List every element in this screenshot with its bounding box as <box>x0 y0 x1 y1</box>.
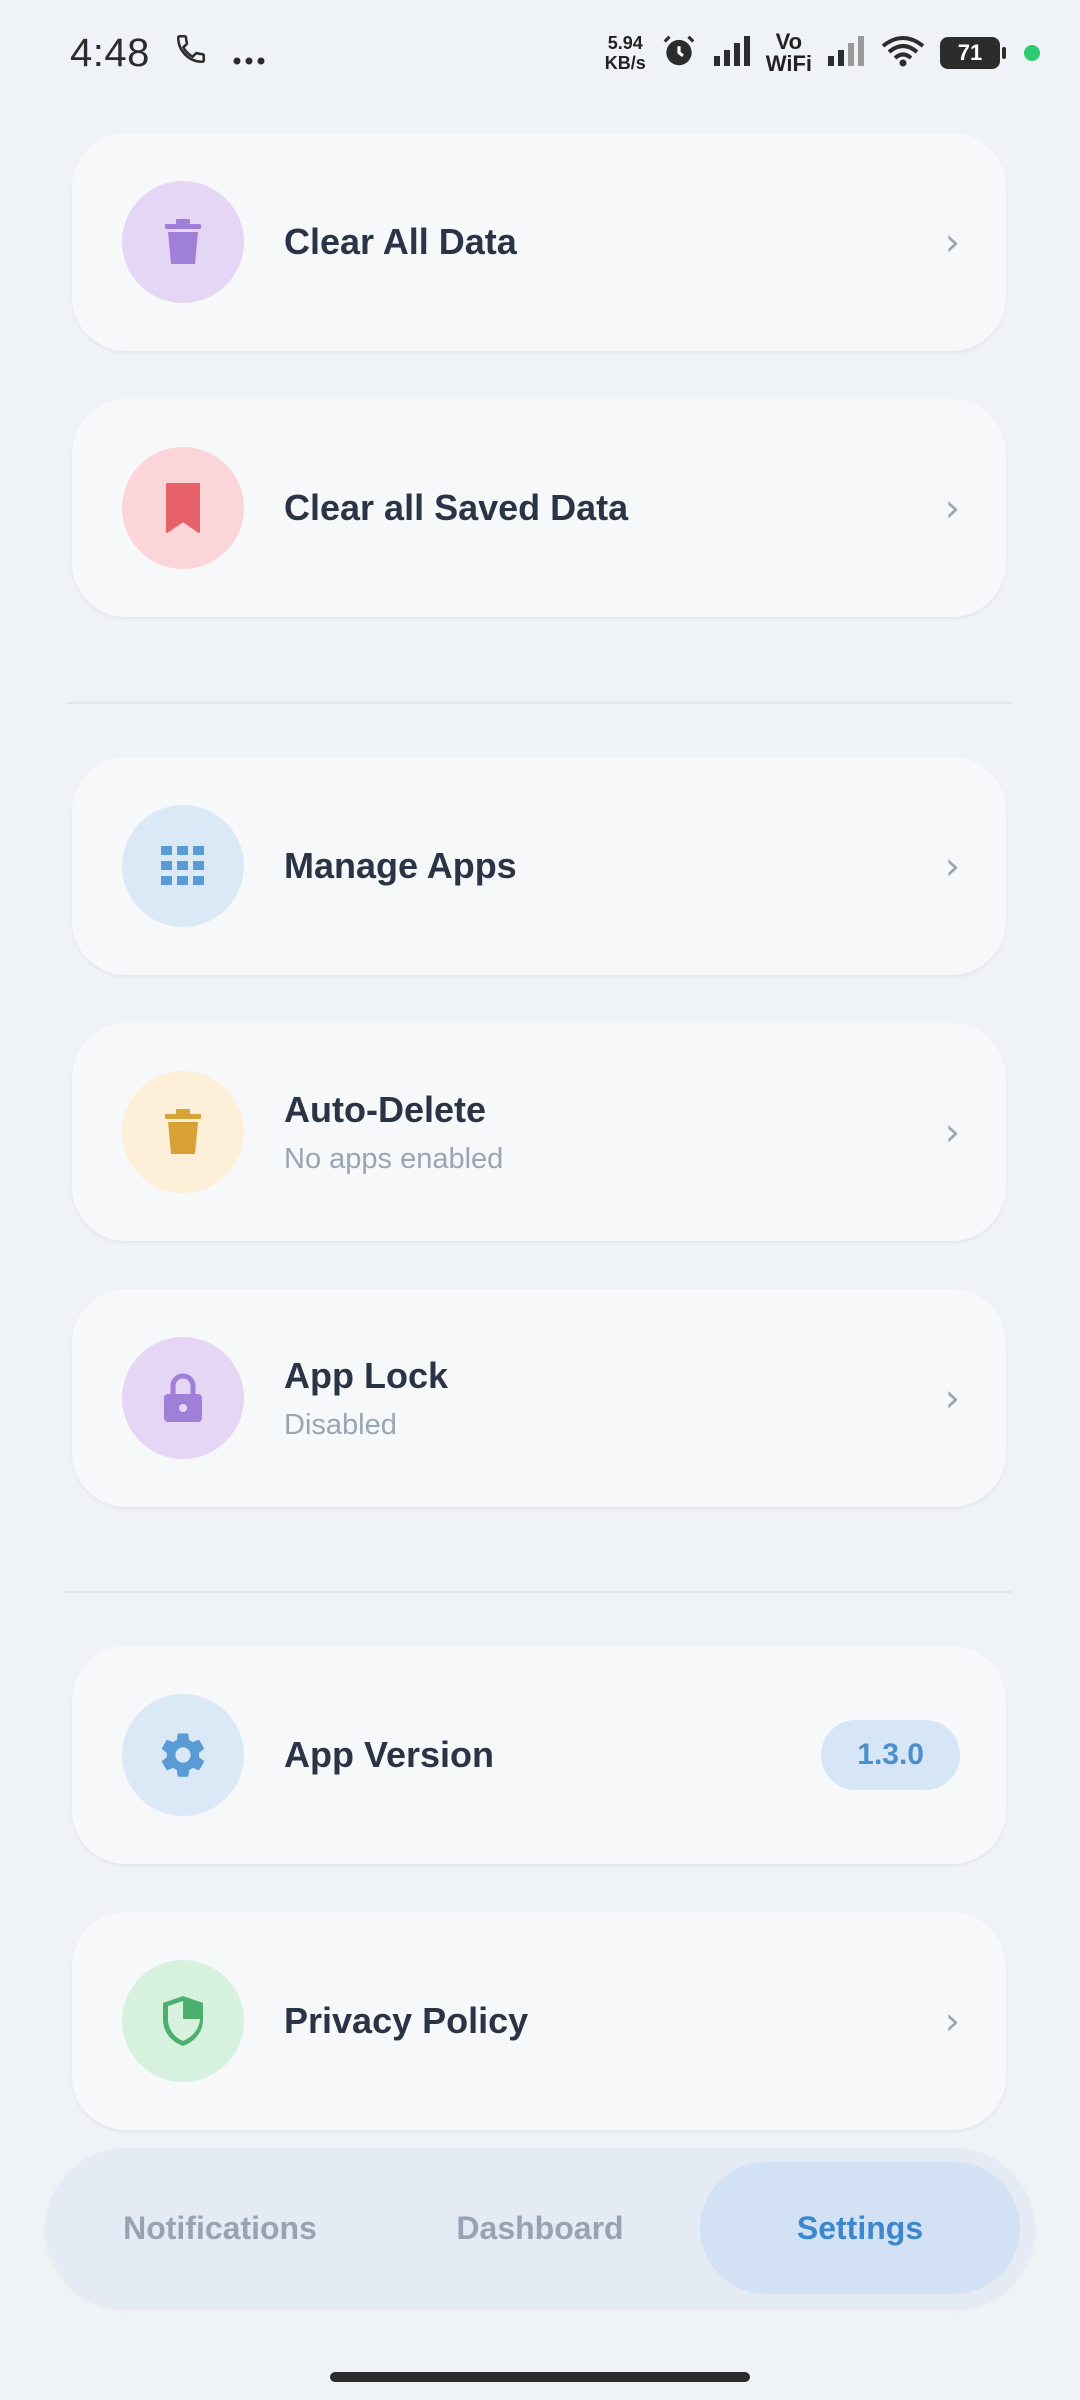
chevron-right-icon: › <box>944 486 960 530</box>
network-speed: 5.94 KB/s <box>605 33 646 73</box>
network-speed-unit: KB/s <box>604 53 646 73</box>
grid-icon <box>122 805 244 927</box>
app-lock-card[interactable]: App Lock Disabled › <box>72 1289 1006 1507</box>
manage-apps-card[interactable]: Manage Apps › <box>72 757 1006 975</box>
chevron-right-icon: › <box>944 1110 960 1154</box>
clear-all-data-title: Clear All Data <box>284 221 517 262</box>
trash-icon <box>122 181 244 303</box>
chevron-right-icon: › <box>944 1376 960 1420</box>
status-bar-left: 4:48 <box>70 31 266 76</box>
vowifi-indicator: Vo WiFi <box>766 31 812 75</box>
chevron-right-icon: › <box>944 1999 960 2043</box>
more-dots-icon <box>232 31 266 76</box>
clear-saved-data-text: Clear all Saved Data <box>284 487 945 529</box>
app-version-card: App Version 1.3.0 <box>72 1646 1006 1864</box>
status-bar-right: 5.94 KB/s Vo WiFi 71 <box>605 31 1040 75</box>
bookmark-icon <box>122 447 244 569</box>
manage-apps-title: Manage Apps <box>284 845 517 886</box>
clear-saved-data-card[interactable]: Clear all Saved Data › <box>72 399 1006 617</box>
auto-delete-title: Auto-Delete <box>284 1088 487 1130</box>
manage-apps-text: Manage Apps <box>284 845 945 887</box>
battery-level: 71 <box>957 40 983 65</box>
phone-call-icon <box>174 31 208 76</box>
privacy-policy-text: Privacy Policy <box>284 2000 945 2042</box>
gear-icon <box>122 1694 244 1816</box>
tab-dashboard[interactable]: Dashboard <box>380 2162 700 2294</box>
bottom-navigation: Notifications Dashboard Settings <box>46 2148 1034 2308</box>
tab-settings-label: Settings <box>796 2209 924 2246</box>
clear-all-data-text: Clear All Data <box>284 221 945 263</box>
clear-saved-data-title: Clear all Saved Data <box>284 487 629 528</box>
auto-delete-subtitle: No apps enabled <box>284 1142 504 1175</box>
battery-indicator: 71 <box>940 37 1006 69</box>
auto-delete-card[interactable]: Auto-Delete No apps enabled › <box>72 1023 1006 1241</box>
vowifi-top: Vo <box>775 29 803 54</box>
home-indicator[interactable] <box>330 2372 750 2382</box>
chevron-right-icon: › <box>944 220 960 264</box>
privacy-policy-title: Privacy Policy <box>284 2000 529 2041</box>
wifi-icon <box>880 34 926 73</box>
alarm-icon <box>660 32 698 75</box>
section-divider <box>66 702 1012 704</box>
network-speed-value: 5.94 <box>607 33 643 53</box>
privacy-policy-card[interactable]: Privacy Policy › <box>72 1912 1006 2130</box>
signal-strength-2-icon <box>826 34 866 73</box>
app-lock-text: App Lock Disabled <box>284 1355 945 1442</box>
clock-time: 4:48 <box>70 30 150 75</box>
vowifi-bottom: WiFi <box>765 51 812 76</box>
clear-all-data-card[interactable]: Clear All Data › <box>72 133 1006 351</box>
chevron-right-icon: › <box>944 844 960 888</box>
signal-strength-icon <box>712 34 752 73</box>
app-version-title: App Version <box>284 1734 495 1775</box>
app-lock-title: App Lock <box>284 1354 449 1396</box>
lock-icon <box>122 1337 244 1459</box>
shield-icon <box>122 1960 244 2082</box>
tab-dashboard-label: Dashboard <box>456 2209 624 2246</box>
tab-settings[interactable]: Settings <box>700 2162 1020 2294</box>
tab-notifications[interactable]: Notifications <box>60 2162 380 2294</box>
status-bar: 4:48 5.94 KB/s Vo WiFi 71 <box>0 0 1080 106</box>
auto-delete-text: Auto-Delete No apps enabled <box>284 1089 945 1176</box>
app-lock-subtitle: Disabled <box>284 1408 397 1441</box>
app-version-badge: 1.3.0 <box>821 1720 960 1790</box>
trash-icon <box>122 1071 244 1193</box>
app-version-text: App Version <box>284 1734 821 1776</box>
tab-notifications-label: Notifications <box>123 2209 317 2246</box>
section-divider <box>66 1591 1012 1593</box>
privacy-indicator-dot <box>1024 45 1040 61</box>
